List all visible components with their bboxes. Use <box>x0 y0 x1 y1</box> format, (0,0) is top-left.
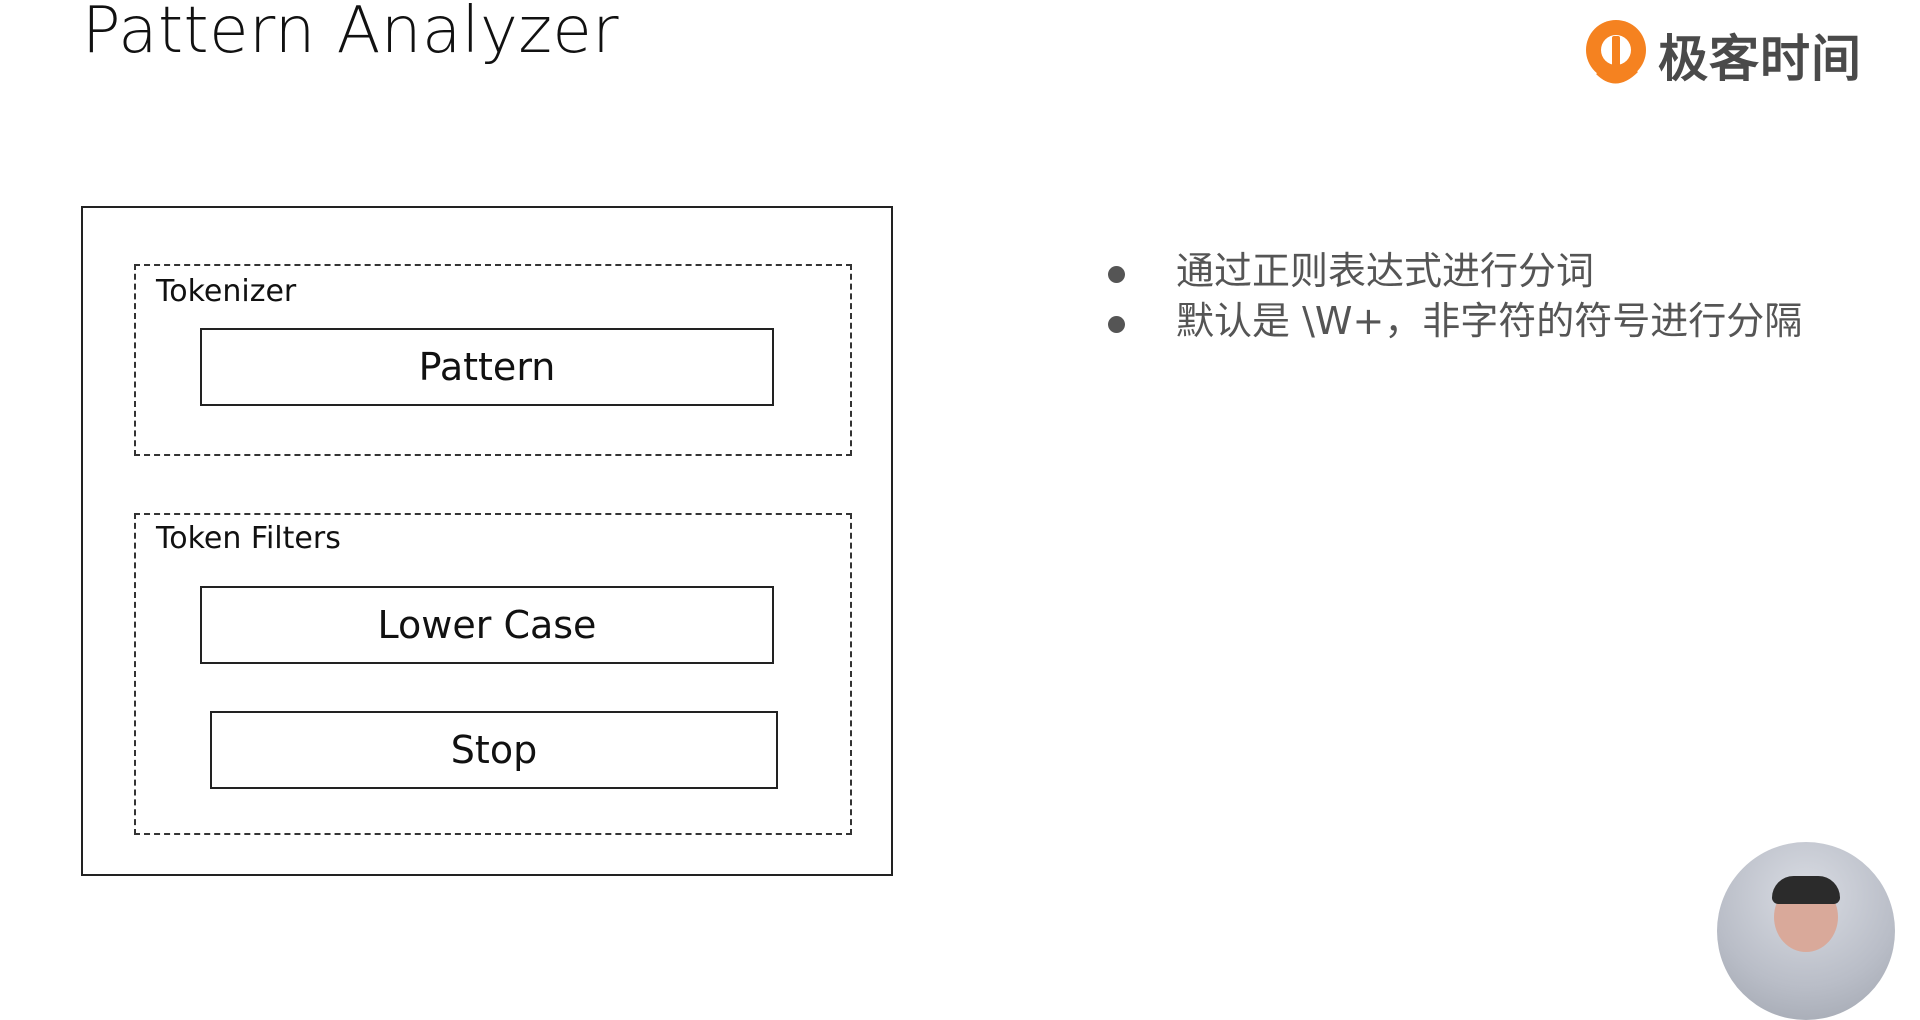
bullet-item: 通过正则表达式进行分词 <box>1100 246 1802 296</box>
tokenizer-label: Tokenizer <box>156 274 297 309</box>
lower-case-component: Lower Case <box>200 586 774 664</box>
logo-text: 极客时间 <box>1658 30 1862 88</box>
brand-logo: 极客时间 <box>1582 18 1862 92</box>
stop-component: Stop <box>210 711 778 789</box>
presenter-avatar <box>1717 842 1895 1020</box>
pattern-component: Pattern <box>200 328 774 406</box>
bullet-item: 默认是 \W+，非字符的符号进行分隔 <box>1100 296 1802 346</box>
bullet-list: 通过正则表达式进行分词 默认是 \W+，非字符的符号进行分隔 <box>1100 246 1802 346</box>
token-filters-label: Token Filters <box>156 521 341 556</box>
geektime-logo-icon <box>1586 20 1646 84</box>
page-title: Pattern Analyzer <box>82 0 620 68</box>
avatar-hair <box>1772 876 1840 904</box>
